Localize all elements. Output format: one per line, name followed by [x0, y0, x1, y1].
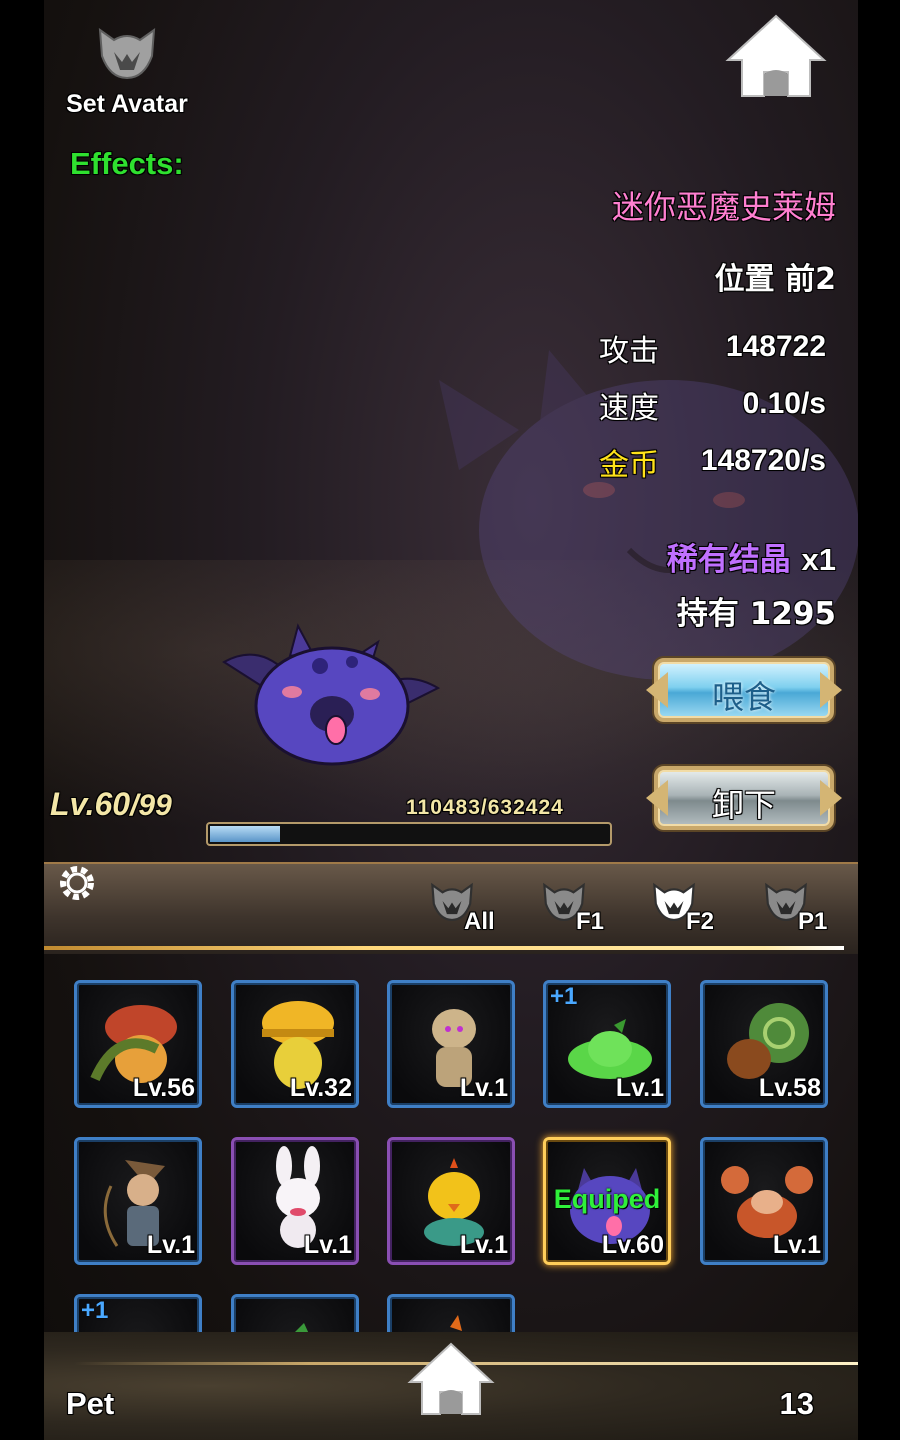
- feed-button[interactable]: 喂食: [646, 646, 842, 734]
- home-icon[interactable]: [724, 12, 828, 100]
- egg-pet-icon: [445, 1315, 463, 1334]
- pet-slot[interactable]: Lv.56: [74, 980, 202, 1108]
- pet-slot-level: Lv.1: [146, 1231, 195, 1259]
- pet-slot-level: Lv.32: [289, 1074, 352, 1102]
- pet-level-max: /99: [130, 789, 172, 822]
- rare-item-qty: x1: [801, 542, 836, 577]
- pet-slot[interactable]: Lv.1: [387, 980, 515, 1108]
- tab-all[interactable]: All: [428, 878, 508, 942]
- pet-slot-level: Lv.1: [303, 1231, 352, 1259]
- pet-slot[interactable]: Lv.1: [700, 1137, 828, 1265]
- pet-slot[interactable]: Lv.1: [387, 1137, 515, 1265]
- pet-count: 13: [779, 1386, 814, 1421]
- stat-label-attack: 攻击: [599, 334, 659, 369]
- effects-label: Effects:: [70, 146, 184, 181]
- unequip-button[interactable]: 卸下: [646, 754, 842, 842]
- home-icon-bottom[interactable]: [406, 1340, 496, 1418]
- pet-slot[interactable]: [387, 1294, 515, 1334]
- upgrade-badge: +1: [550, 983, 578, 1010]
- game-screen: Set Avatar Effects: 迷你恶魔史莱姆 位置 前2 攻击 148…: [44, 0, 858, 1440]
- tab-f2[interactable]: F2: [650, 878, 730, 942]
- exp-text: 110483/632424: [406, 796, 564, 819]
- tab-label: F1: [576, 908, 605, 935]
- pet-level: Lv.60/99: [50, 786, 172, 823]
- set-avatar-label: Set Avatar: [66, 90, 188, 118]
- pet-section-label: Pet: [66, 1386, 115, 1421]
- pet-slot[interactable]: +1: [74, 1294, 202, 1334]
- tab-label: All: [464, 908, 495, 935]
- stat-value-speed: 0.10/s: [742, 387, 826, 420]
- unequip-label: 卸下: [711, 786, 776, 824]
- pet-slot[interactable]: Lv.58: [700, 980, 828, 1108]
- exp-bar-fill: [210, 826, 280, 842]
- pet-grid: Lv.56 Lv.32 Lv.1 +1 Lv.1 Lv.58 Lv.1 Lv.1 Lv.1 Equ…: [44, 968, 858, 1334]
- tab-label: F2: [686, 908, 715, 935]
- pet-slot[interactable]: [231, 1294, 359, 1334]
- pet-position: 位置 前2: [714, 262, 836, 297]
- stat-label-gold: 金币: [599, 448, 659, 483]
- tab-label: P1: [798, 908, 828, 935]
- wolf-emblem-icon: [98, 27, 156, 80]
- pet-slot[interactable]: Lv.1: [74, 1137, 202, 1265]
- tab-p1[interactable]: P1: [762, 878, 842, 942]
- stat-value-gold: 148720/s: [700, 444, 826, 477]
- upgrade-badge: +1: [81, 1297, 109, 1324]
- pet-slot-level: Lv.1: [459, 1231, 508, 1259]
- pet-slot-level: Lv.1: [615, 1074, 664, 1102]
- pet-slot[interactable]: Equiped Lv.60: [543, 1137, 671, 1265]
- pet-name: 迷你恶魔史莱姆: [611, 188, 836, 226]
- equipped-label: Equiped: [553, 1184, 661, 1214]
- exp-bar: [206, 822, 612, 846]
- settings-gear-icon[interactable]: [52, 858, 102, 908]
- pet-level-current: Lv.60: [50, 786, 131, 822]
- hold-count: 持有 1295: [676, 596, 836, 632]
- stat-label-speed: 速度: [599, 391, 659, 426]
- demon-slime-sprite: [222, 623, 441, 766]
- pet-slot-level: Lv.58: [758, 1074, 821, 1102]
- stat-value-attack: 148722: [725, 330, 826, 363]
- bird-pet-icon: [293, 1323, 309, 1334]
- pet-slot-level: Lv.56: [132, 1074, 195, 1102]
- rare-item-row: 稀有结晶 x1: [667, 534, 836, 579]
- tab-f1[interactable]: F1: [540, 878, 620, 942]
- pet-slot-level: Lv.1: [459, 1074, 508, 1102]
- rare-item-name: 稀有结晶: [666, 542, 791, 578]
- pet-slot[interactable]: Lv.32: [231, 980, 359, 1108]
- pet-slot-level: Lv.60: [601, 1231, 664, 1259]
- pet-slot-level: Lv.1: [772, 1231, 821, 1259]
- pet-slot[interactable]: Lv.1: [231, 1137, 359, 1265]
- pet-slot[interactable]: +1 Lv.1: [543, 980, 671, 1108]
- feed-label: 喂食: [711, 678, 776, 716]
- set-avatar-button[interactable]: Set Avatar: [62, 18, 192, 128]
